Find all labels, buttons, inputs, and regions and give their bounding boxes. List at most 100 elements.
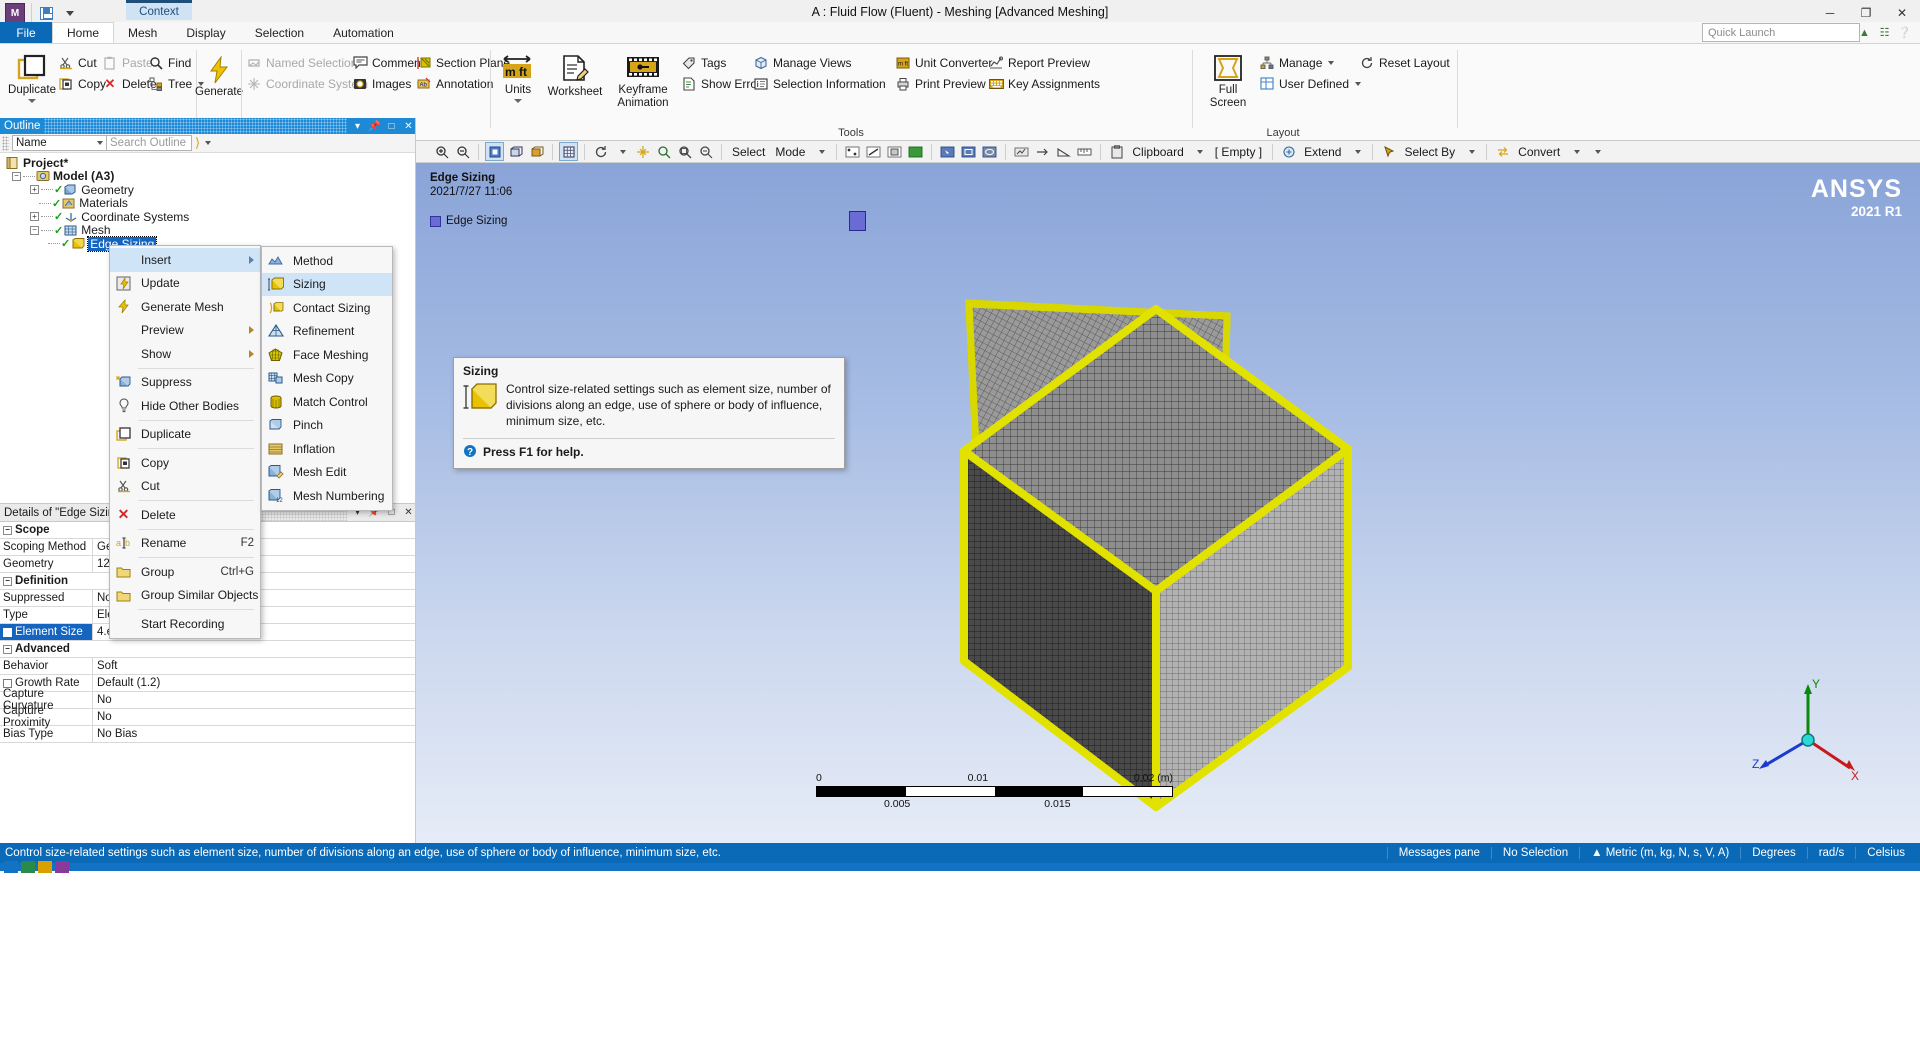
mode-caret-icon[interactable] [811, 142, 830, 161]
print-preview-button[interactable]: Print Preview [895, 73, 992, 94]
tab-mesh[interactable]: Mesh [114, 22, 172, 43]
details-row-capture-proximity[interactable]: Capture Proximity No [0, 705, 415, 729]
context-menu-item-start-recording[interactable]: Start Recording [110, 612, 260, 636]
manage-layout-button[interactable]: Manage [1259, 52, 1361, 73]
images-button[interactable]: Images [352, 73, 424, 94]
context-menu-item-suppress[interactable]: Suppress [110, 371, 260, 395]
box-zoom-icon[interactable] [675, 142, 694, 161]
copy-button[interactable]: Copy [58, 73, 106, 94]
collapse-icon[interactable]: − [3, 525, 12, 535]
outline-filter-select[interactable]: Name [12, 135, 107, 151]
submenu-item-match-control[interactable]: Match Control [262, 390, 392, 414]
context-menu[interactable]: Insert Update Generate Mesh Preview Show… [109, 245, 261, 639]
context-menu-item-delete[interactable]: ✕ Delete [110, 503, 260, 527]
context-menu-item-update[interactable]: Update [110, 272, 260, 296]
single-select-icon[interactable] [938, 142, 957, 161]
context-menu-item-generate-mesh[interactable]: Generate Mesh [110, 295, 260, 319]
context-tab[interactable]: Context [126, 0, 192, 20]
tree-item-coordinate-systems[interactable]: + ✓ Coordinate Systems [4, 210, 415, 224]
context-menu-item-group[interactable]: Group Ctrl+G [110, 560, 260, 584]
extend-glyph-icon[interactable] [1279, 142, 1298, 161]
context-menu-item-group-similar-objects[interactable]: Group Similar Objects [110, 584, 260, 608]
details-close-icon[interactable]: ✕ [402, 506, 415, 519]
taskbar-icon-3[interactable] [38, 861, 52, 873]
details-section-advanced[interactable]: − Advanced [0, 641, 415, 658]
submenu-item-method[interactable]: Method [262, 249, 392, 273]
worksheet-button[interactable]: Worksheet [541, 48, 609, 99]
show-vertices-icon[interactable] [485, 142, 504, 161]
graphics-viewport[interactable]: Edge Sizing 2021/7/27 11:06 Edge Sizing … [416, 163, 1920, 843]
tree-item-materials[interactable]: ✓ Materials [4, 196, 415, 210]
display-edges-icon[interactable] [527, 142, 546, 161]
submenu-item-refinement[interactable]: Refinement [262, 320, 392, 344]
outline-maximize-icon[interactable]: □ [385, 120, 398, 133]
context-menu-item-hide-other-bodies[interactable]: Hide Other Bodies [110, 394, 260, 418]
select-by-caret-icon[interactable] [1461, 142, 1480, 161]
caret-down-icon[interactable] [612, 142, 631, 161]
tab-display[interactable]: Display [172, 22, 240, 43]
axis-triad[interactable]: Y Z X [1750, 678, 1860, 788]
lasso-select-icon[interactable] [980, 142, 999, 161]
tree-expander-geometry[interactable]: + [30, 185, 39, 195]
checkbox-icon[interactable] [3, 678, 12, 688]
insert-submenu[interactable]: Method Sizing Contact Sizing Refinement … [261, 246, 393, 511]
submenu-item-pinch[interactable]: Pinch [262, 414, 392, 438]
named-sel-icon[interactable] [1012, 142, 1031, 161]
outline-toolbar-grip[interactable] [2, 135, 9, 151]
grid-icon[interactable]: ☷ [1877, 25, 1892, 40]
mesh-display-icon[interactable] [559, 142, 578, 161]
measure-icon[interactable] [1075, 142, 1094, 161]
extend-caret-icon[interactable] [1347, 142, 1366, 161]
outline-close-icon[interactable]: ✕ [402, 120, 415, 133]
magnifier-plus-icon[interactable] [654, 142, 673, 161]
manage-views-button[interactable]: Manage Views [753, 52, 886, 73]
select-by-label[interactable]: Select By [1400, 145, 1459, 159]
select-face-icon[interactable] [885, 142, 904, 161]
checkbox-icon[interactable] [3, 627, 12, 637]
tree-item-model[interactable]: − Model (A3) [4, 169, 415, 183]
details-value[interactable]: No Bias [93, 726, 415, 742]
zoom-out-icon[interactable] [453, 142, 472, 161]
key-assignments-button[interactable]: Key Assignments [988, 73, 1100, 94]
full-screen-button[interactable]: Full Screen [1201, 48, 1255, 109]
details-row-behavior[interactable]: Behavior Soft [0, 658, 415, 675]
extend-sel-icon[interactable] [1033, 142, 1052, 161]
select-edge-icon[interactable] [864, 142, 883, 161]
extend-label[interactable]: Extend [1300, 145, 1345, 159]
question-icon[interactable]: ❔ [1897, 25, 1912, 40]
reset-layout-button[interactable]: Reset Layout [1359, 52, 1450, 73]
outline-dropdown-icon[interactable]: ▾ [351, 120, 364, 133]
context-menu-item-duplicate[interactable]: Duplicate [110, 423, 260, 447]
submenu-item-contact-sizing[interactable]: Contact Sizing [262, 296, 392, 320]
select-vertex-icon[interactable] [843, 142, 862, 161]
submenu-item-inflation[interactable]: Inflation [262, 437, 392, 461]
submenu-item-sizing[interactable]: Sizing [262, 272, 392, 296]
outline-more-caret-icon[interactable] [205, 141, 212, 145]
tree-item-geometry[interactable]: + ✓ Geometry [4, 183, 415, 197]
clipboard-caret-icon[interactable] [1190, 142, 1209, 161]
context-menu-item-show[interactable]: Show [110, 342, 260, 366]
keyframe-animation-button[interactable]: Keyframe Animation [611, 48, 675, 109]
outline-search-chevron-icon[interactable]: ⟩ [195, 135, 200, 151]
details-value[interactable]: No [93, 692, 415, 708]
tab-selection[interactable]: Selection [241, 22, 319, 43]
select-by-glyph-icon[interactable] [1379, 142, 1398, 161]
submenu-item-face-meshing[interactable]: Face Meshing [262, 343, 392, 367]
outline-search-input[interactable]: Search Outline [107, 135, 192, 151]
context-menu-item-rename[interactable]: ab Rename F2 [110, 532, 260, 556]
convert-glyph-icon[interactable] [1493, 142, 1512, 161]
context-menu-item-preview[interactable]: Preview [110, 319, 260, 343]
unit-converter-button[interactable]: m ft Unit Converter [895, 52, 992, 73]
toolbar-overflow-icon[interactable] [1587, 142, 1606, 161]
tree-item-project[interactable]: Project* [4, 156, 415, 170]
submenu-item-mesh-numbering[interactable]: 12 Mesh Numbering [262, 484, 392, 508]
cut-button[interactable]: Cut [58, 52, 106, 73]
submenu-item-mesh-copy[interactable]: Mesh Copy [262, 367, 392, 391]
user-defined-button[interactable]: User Defined [1259, 73, 1362, 94]
collapse-icon[interactable]: − [3, 644, 12, 654]
taskbar-icon-4[interactable] [55, 861, 69, 873]
rotate-icon[interactable] [591, 142, 610, 161]
tab-file[interactable]: File [0, 22, 52, 43]
zoom-in-icon[interactable] [432, 142, 451, 161]
select-label[interactable]: Select [728, 145, 769, 159]
